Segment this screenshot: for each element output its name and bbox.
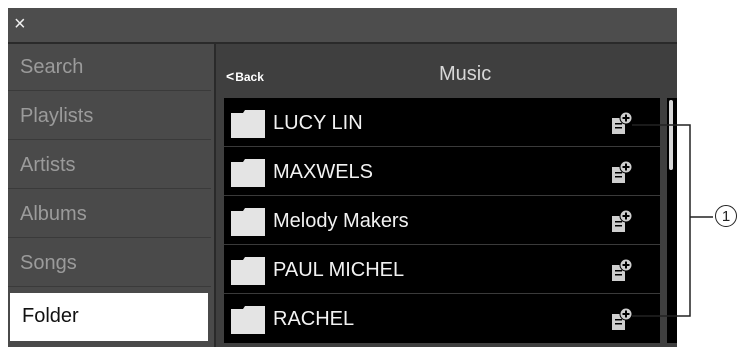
folder-icon: [231, 159, 265, 187]
callout-number: 1: [715, 205, 737, 227]
back-button[interactable]: <Back: [226, 68, 264, 84]
sidebar-item-label: Artists: [20, 154, 76, 176]
sidebar-item-folder[interactable]: Folder: [10, 293, 208, 341]
scrollbar-thumb[interactable]: [669, 100, 673, 170]
folder-icon: [231, 257, 265, 285]
add-to-playlist-icon[interactable]: [611, 307, 633, 331]
list-item[interactable]: LUCY LIN: [224, 98, 660, 147]
list-item-label: RACHEL: [273, 308, 355, 330]
sidebar-item-label: Songs: [20, 252, 77, 274]
list-item[interactable]: RACHEL: [224, 294, 660, 343]
sidebar-item-albums[interactable]: Albums: [8, 191, 211, 238]
folder-icon: [231, 208, 265, 236]
music-app-screen: × Search Playlists Artists Albums Songs …: [8, 8, 677, 347]
sidebar-item-label: Search: [20, 56, 84, 78]
folder-icon: [231, 306, 265, 334]
sidebar-item-playlists[interactable]: Playlists: [8, 93, 211, 140]
add-to-playlist-icon[interactable]: [611, 209, 633, 233]
scrollbar[interactable]: [667, 98, 677, 343]
sidebar: Search Playlists Artists Albums Songs Fo…: [8, 44, 216, 347]
add-to-playlist-icon[interactable]: [611, 160, 633, 184]
folder-browser: <Back Music LUCY LIN MAXWELS Melody Make…: [216, 44, 677, 347]
list-item-label: LUCY LIN: [273, 112, 363, 134]
list-item[interactable]: MAXWELS: [224, 147, 660, 196]
folder-list: LUCY LIN MAXWELS Melody Makers PAUL MICH…: [224, 98, 660, 343]
page-title: Music: [439, 63, 492, 85]
close-icon[interactable]: ×: [14, 12, 26, 36]
sidebar-item-label: Folder: [22, 305, 79, 327]
sidebar-item-search[interactable]: Search: [8, 44, 211, 91]
folder-icon: [231, 110, 265, 138]
chevron-left-icon: <: [226, 68, 235, 84]
sidebar-item-songs[interactable]: Songs: [8, 240, 211, 287]
title-bar: ×: [8, 8, 677, 44]
list-item-label: PAUL MICHEL: [273, 259, 405, 281]
sidebar-item-label: Albums: [20, 203, 87, 225]
sidebar-item-label: Playlists: [20, 105, 94, 127]
back-label: Back: [235, 70, 264, 84]
list-item[interactable]: Melody Makers: [224, 196, 660, 245]
add-to-playlist-icon[interactable]: [611, 258, 633, 282]
add-to-playlist-icon[interactable]: [611, 111, 633, 135]
list-item-label: MAXWELS: [273, 161, 374, 183]
sidebar-item-artists[interactable]: Artists: [8, 142, 211, 189]
list-item-label: Melody Makers: [273, 210, 409, 232]
list-item[interactable]: PAUL MICHEL: [224, 245, 660, 294]
